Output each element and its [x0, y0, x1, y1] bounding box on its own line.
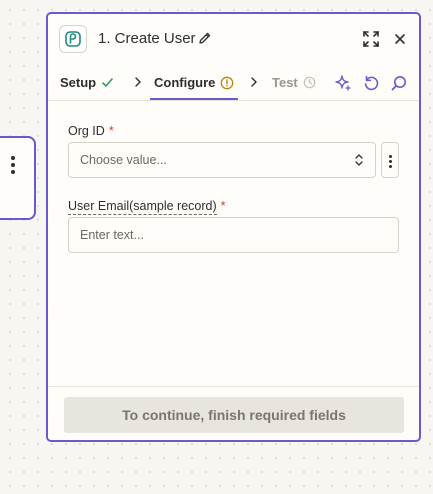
chevron-right-icon — [135, 77, 141, 87]
org-id-label-text: Org ID — [68, 124, 105, 138]
user-email-label-text: User Email(sample record) — [68, 199, 217, 215]
warning-icon — [221, 76, 234, 89]
tab-configure[interactable]: Configure — [154, 75, 234, 90]
tab-label: Configure — [154, 75, 216, 90]
pencil-icon[interactable] — [198, 31, 212, 45]
tab-label: Setup — [60, 75, 97, 90]
step-config-panel: 1. Create User Setup Configure Test Org … — [46, 12, 421, 442]
required-marker: * — [108, 124, 114, 138]
tab-label: Test — [272, 75, 298, 90]
footer-divider — [48, 386, 419, 387]
expand-icon[interactable] — [362, 30, 380, 48]
sparkle-icon[interactable] — [334, 74, 352, 92]
continue-button[interactable]: To continue, finish required fields — [64, 397, 404, 433]
more-vertical-icon — [382, 143, 398, 168]
panel-header: 1. Create User — [48, 14, 419, 64]
step-title: 1. Create User — [98, 30, 196, 47]
more-options-icon[interactable] — [10, 156, 16, 177]
chevron-up-down-icon — [355, 154, 363, 166]
required-marker: * — [220, 199, 226, 213]
active-tab-indicator — [150, 98, 238, 100]
search-icon[interactable] — [390, 74, 408, 92]
workflow-step-card[interactable] — [0, 136, 36, 220]
step-tabs: Setup Configure Test — [48, 64, 419, 101]
org-id-select[interactable]: Choose value... — [68, 142, 376, 178]
clock-icon — [303, 76, 316, 89]
org-id-placeholder: Choose value... — [80, 153, 167, 167]
check-icon — [102, 78, 113, 87]
refresh-icon[interactable] — [362, 74, 380, 92]
user-email-input[interactable] — [68, 217, 399, 253]
tab-test[interactable]: Test — [272, 75, 316, 90]
user-email-label: User Email(sample record) * — [68, 199, 226, 215]
chevron-right-icon — [251, 77, 257, 87]
app-logo-icon — [59, 25, 87, 53]
org-id-label: Org ID * — [68, 124, 114, 138]
tab-setup[interactable]: Setup — [60, 75, 114, 90]
close-icon[interactable] — [392, 31, 408, 47]
org-id-options-button[interactable] — [381, 142, 399, 178]
